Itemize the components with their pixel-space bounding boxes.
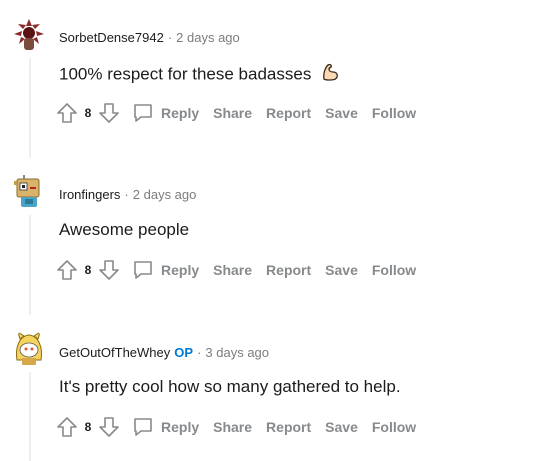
share-button[interactable]: Share [206, 413, 259, 441]
comment-text: It's pretty cool how so many gathered to… [59, 376, 401, 398]
comment-bubble-icon [132, 416, 154, 438]
comment: GetOutOfTheWhey OP · 3 days ago It's pretty… [0, 0, 546, 461]
save-button[interactable]: Save [318, 413, 365, 441]
separator-dot: · [197, 345, 202, 360]
comment-meta: GetOutOfTheWhey OP · 3 days ago [59, 344, 269, 362]
comment-text-content: It's pretty cool how so many gathered to… [59, 377, 401, 396]
author-name[interactable]: GetOutOfTheWhey [59, 345, 170, 360]
upvote-icon[interactable] [54, 413, 80, 441]
follow-button[interactable]: Follow [365, 413, 423, 441]
reply-label: Reply [161, 419, 200, 435]
reply-button[interactable]: Reply [122, 413, 206, 441]
timestamp[interactable]: 3 days ago [205, 345, 269, 360]
report-button[interactable]: Report [259, 413, 318, 441]
op-badge: OP [174, 345, 194, 360]
snoo-costume-avatar-icon[interactable] [11, 330, 47, 366]
vote-score: 8 [84, 420, 92, 434]
comment-actions: 8 Reply Share Report Save Follow [54, 411, 423, 443]
downvote-icon[interactable] [96, 413, 122, 441]
